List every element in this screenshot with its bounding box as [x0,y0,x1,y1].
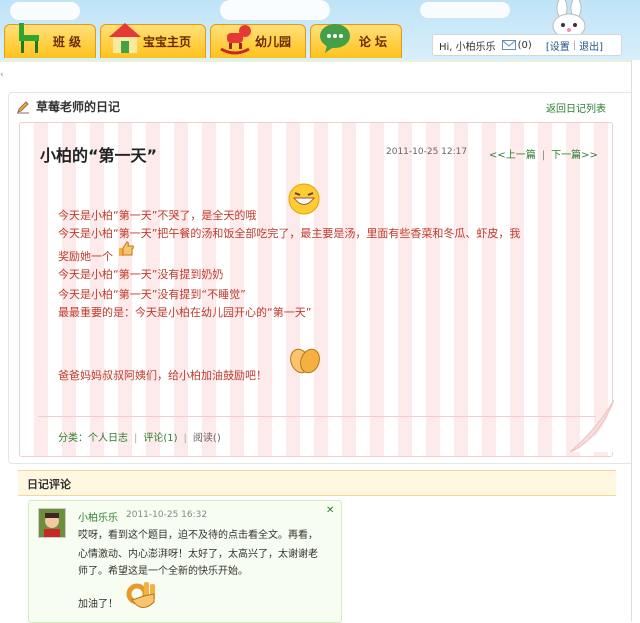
logout-link[interactable]: 退出] [579,38,603,53]
rocking-horse-icon [220,25,251,55]
diary-meta: 分类：个人日志 | 评论(1) | 阅读() [58,433,221,444]
rabbit-mascot-icon [552,0,586,36]
comment-line: 哎呀，看到这个题目，迫不及待的点击看全文。再看， [78,530,318,541]
tab-baby-home[interactable]: 宝宝主页 [100,23,206,58]
category-link[interactable]: 分类：个人日志 [58,433,128,444]
diary-line: 今天是小柏“第一天”没有提到“不睡觉” [58,288,246,301]
house-icon [109,23,141,53]
divider: | [572,39,577,51]
comment-time: 2011-10-25 16:32 [126,510,208,520]
diary-date: 2011-10-25 12:17 [386,147,468,157]
ok-hand-icon [126,582,155,608]
diary-pagination: <<上一篇 | 下一篇>> [489,150,598,161]
diary-line: 今天是小柏“第一天”没有提到奶奶 [58,268,224,281]
content-top-border [0,60,640,62]
cloud-decoration [220,0,330,20]
right-scroll-edge[interactable] [631,60,640,621]
mail-icon[interactable] [501,40,516,50]
tab-kindergarten[interactable]: 幼儿园 [210,24,306,58]
panel-header: 草莓老师的日记 [16,98,120,115]
close-icon[interactable]: ✕ [326,505,334,516]
chair-icon [19,23,39,53]
tab-class-label: 班 级 [52,35,81,49]
comment-section-header [18,470,616,496]
tab-forum[interactable]: 论 坛 [310,24,402,58]
panel-title: 草莓老师的日记 [36,100,121,114]
diary-line: 今天是小柏“第一天”不哭了，是全天的哦 [58,209,257,222]
diary-line: 今天是小柏“第一天”把午餐的汤和饭全部吃完了，最主要是汤，里面有些香菜和冬瓜、虾… [58,227,521,240]
comment-line: 心情激动、内心澎湃呀！太好了，太高兴了，太谢谢老 [78,549,318,560]
clapping-hands-icon [290,348,320,374]
cloud-decoration [420,2,510,18]
reads-count: 阅读() [192,433,221,444]
diary-footer-divider [38,416,596,417]
comment-author[interactable]: 小柏乐乐 [78,509,118,524]
page-curl-decoration [570,400,614,452]
diary-line: 爸爸妈妈叔叔阿姨们，给小柏加油鼓励吧！ [58,369,267,382]
grin-emoji-icon [288,183,320,215]
back-to-list-link[interactable]: 返回日记列表 [546,100,606,115]
speech-bubble-icon [320,24,350,53]
diary-line: 最最重要的是：今天是小柏在幼儿园开心的“第一天” [58,306,312,319]
mail-count[interactable]: (0) [518,40,532,51]
user-info-box: Hi, 小柏乐乐 (0) [设置 | 退出] [432,34,622,56]
pencil-icon [17,100,29,113]
next-post-link[interactable]: 下一篇>> [551,150,598,161]
cloud-decoration [10,2,80,20]
diary-line: 奖励她一个 [58,250,113,263]
tab-baby-home-label: 宝宝主页 [142,35,191,49]
comment-line: 加油了！ [78,599,118,610]
tab-kindergarten-label: 幼儿园 [254,35,291,49]
user-greeting: Hi, 小柏乐乐 [439,41,496,53]
comment-line: 师了。希望这是一个全新的快乐开始。 [78,566,248,577]
user-photo-icon [39,509,65,537]
diary-title: 小柏的“第一天” [40,146,158,165]
prev-post-link[interactable]: <<上一篇 [489,150,536,161]
thumbs-up-icon [119,241,134,256]
avatar[interactable] [38,508,66,538]
collapse-marker[interactable]: ‹ [0,70,4,80]
settings-link[interactable]: [设置 [546,38,570,53]
tab-class[interactable]: 班 级 [4,23,96,58]
comments-link[interactable]: 评论(1) [143,433,177,444]
tab-forum-label: 论 坛 [358,35,387,49]
comment-section-title: 日记评论 [27,478,71,491]
